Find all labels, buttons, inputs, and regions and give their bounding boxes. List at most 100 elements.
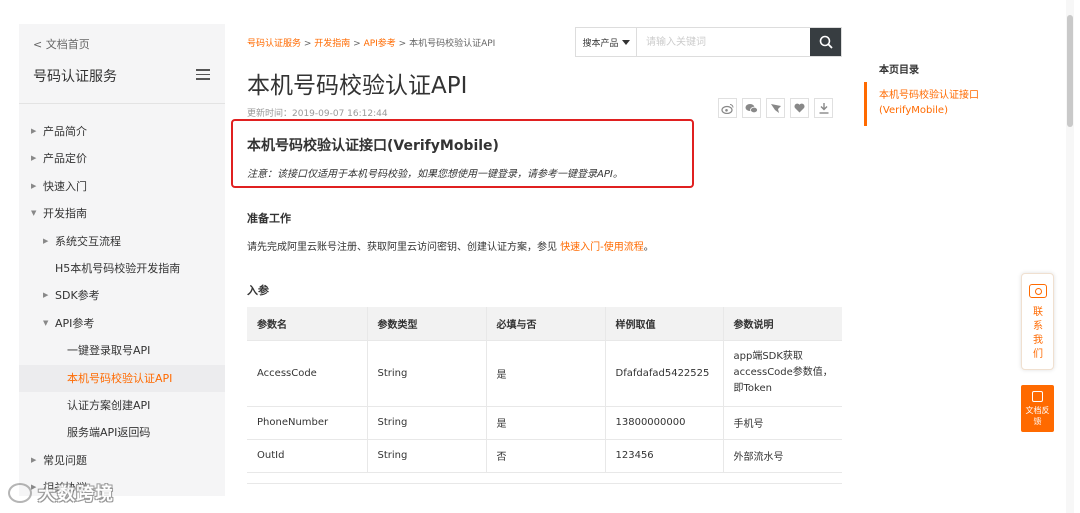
watermark: 大数跨境 <box>8 480 114 506</box>
toc-item[interactable]: 本机号码校验认证接口(VerifyMobile) <box>879 88 1019 118</box>
weibo-share-button[interactable] <box>718 98 737 118</box>
breadcrumb-link-product[interactable]: 号码认证服务 <box>247 39 301 49</box>
sidebar-item[interactable]: 服务端API返回码 <box>19 419 225 446</box>
sidebar-item[interactable]: ▼ 开发指南 <box>19 200 225 227</box>
sidebar-item-label: 开发指南 <box>43 207 87 221</box>
table-cell: String <box>366 406 486 440</box>
table-cell: 否 <box>485 439 605 473</box>
table-cell: Dfafdafad5422525 <box>604 340 723 407</box>
breadcrumb-link-api-ref[interactable]: API参考 <box>364 39 396 49</box>
breadcrumb-separator: > <box>350 39 364 49</box>
favorite-button[interactable] <box>790 98 809 118</box>
table-cell: String <box>366 340 486 407</box>
search-input[interactable] <box>637 28 810 56</box>
sidebar-item[interactable]: ▶ 产品简介 <box>19 118 225 145</box>
table-cell: 手机号 <box>722 406 842 440</box>
dingtalk-share-button[interactable] <box>766 98 785 118</box>
table-row: OutId String 否 123456 外部流水号 <box>247 439 842 473</box>
caret-right-icon: ▶ <box>43 236 49 245</box>
sidebar: < 文档首页 号码认证服务 ▶ 产品简介 ▶ 产品定价 ▶ 快速入门 ▼ 开发指南 ▶ 系统交互流… <box>19 24 225 496</box>
sidebar-item[interactable]: 认证方案创建API <box>19 392 225 419</box>
search-icon <box>819 35 833 49</box>
sidebar-item-label: SDK参考 <box>55 289 100 303</box>
table-header-row: 参数名 参数类型 必填与否 样例取值 参数说明 <box>247 307 842 341</box>
table-header-cell: 参数名 <box>247 307 367 341</box>
caret-down-icon <box>621 39 630 45</box>
scrollbar-thumb[interactable] <box>1067 15 1073 127</box>
sidebar-item-label: API参考 <box>55 316 95 330</box>
wechat-icon <box>745 103 758 113</box>
table-cell: app端SDK获取accessCode参数值，即Token <box>722 340 842 407</box>
params-table: 参数名 参数类型 必填与否 样例取值 参数说明 AccessCode Strin… <box>247 307 842 473</box>
sidebar-item-label: 服务端API返回码 <box>67 426 151 440</box>
table-header-cell: 必填与否 <box>485 307 605 341</box>
sidebar-item[interactable]: ▶ 产品定价 <box>19 145 225 172</box>
search-button[interactable] <box>810 28 841 56</box>
page-title: 本机号码校验认证API <box>247 73 468 99</box>
breadcrumb-separator: > <box>395 39 410 49</box>
breadcrumb-link-dev-guide[interactable]: 开发指南 <box>314 39 350 49</box>
caret-right-icon: ▶ <box>31 154 37 163</box>
dingtalk-icon <box>770 103 781 113</box>
sidebar-divider <box>19 103 225 104</box>
sidebar-item-label: H5本机号码校验开发指南 <box>55 261 181 275</box>
edit-icon <box>1032 391 1043 402</box>
sidebar-item[interactable]: H5本机号码校验开发指南 <box>19 255 225 282</box>
table-header-cell: 参数说明 <box>722 307 842 341</box>
sidebar-item-label: 系统交互流程 <box>55 234 121 248</box>
table-row: AccessCode String 是 Dfafdafad5422525 app… <box>247 340 842 407</box>
sidebar-item[interactable]: ▶ 快速入门 <box>19 173 225 200</box>
download-button[interactable] <box>814 98 833 118</box>
back-to-docs-home-link[interactable]: < 文档首页 <box>33 36 90 52</box>
weibo-icon <box>721 103 734 114</box>
caret-right-icon: ▶ <box>31 127 37 135</box>
table-cell: String <box>366 439 486 473</box>
menu-icon[interactable] <box>196 69 210 80</box>
table-cell: AccessCode <box>247 340 367 407</box>
wechat-share-button[interactable] <box>742 98 761 118</box>
sidebar-item-label: 一键登录取号API <box>67 344 151 358</box>
toc-title: 本页目录 <box>879 65 919 76</box>
watermark-text: 大数跨境 <box>38 484 114 505</box>
sidebar-item-label: 快速入门 <box>43 179 87 193</box>
params-heading: 入参 <box>247 284 269 297</box>
sidebar-item-label: 产品简介 <box>43 125 87 138</box>
caret-right-icon: ▶ <box>31 181 37 190</box>
prep-paragraph: 请先完成阿里云账号注册、获取阿里云访问密钥、创建认证方案，参见 快速入门-使用流… <box>247 238 654 253</box>
search-scope-select[interactable]: 搜本产品 <box>576 28 637 56</box>
caret-right-icon: ▶ <box>43 291 49 300</box>
table-row: PhoneNumber String 是 13800000000 手机号 <box>247 406 842 440</box>
download-icon <box>819 102 828 114</box>
search-bar: 搜本产品 <box>575 27 842 57</box>
doc-feedback-label: 文档反馈 <box>1025 406 1050 426</box>
sidebar-item[interactable]: ▶ SDK参考 <box>19 282 225 309</box>
sidebar-title: 号码认证服务 <box>33 69 117 85</box>
sidebar-item[interactable]: 本机号码校验认证API <box>19 364 225 392</box>
table-cell: 外部流水号 <box>722 439 842 473</box>
usage-note: 注意：该接口仅适用于本机号码校验，如果您想使用一键登录，请参考一键登录API。 <box>247 169 623 180</box>
caret-right-icon: ▶ <box>31 455 37 464</box>
table-header-cell: 参数类型 <box>366 307 486 341</box>
table-cell: 是 <box>485 406 605 440</box>
sidebar-item[interactable]: ▶ 系统交互流程 <box>19 228 225 255</box>
doc-page: < 文档首页 号码认证服务 ▶ 产品简介 ▶ 产品定价 ▶ 快速入门 ▼ 开发指南 ▶ 系统交互流… <box>0 0 1080 513</box>
contact-us-button[interactable]: 联系我们 <box>1021 273 1054 370</box>
prep-text-end: 。 <box>643 242 654 253</box>
sidebar-item[interactable]: 一键登录取号API <box>19 337 225 364</box>
doc-feedback-button[interactable]: 文档反馈 <box>1021 385 1054 432</box>
sidebar-item[interactable]: ▼ API参考 <box>19 310 225 337</box>
prep-heading: 准备工作 <box>247 212 291 225</box>
quickstart-link[interactable]: 快速入门-使用流程 <box>560 242 644 253</box>
sidebar-item-label: 本机号码校验认证API <box>67 371 173 385</box>
table-cell: PhoneNumber <box>247 406 367 440</box>
sidebar-item[interactable]: ▶ 常见问题 <box>19 447 225 474</box>
contact-us-label: 联系我们 <box>1033 307 1043 360</box>
updated-time: 更新时间：2019-09-07 16:12:44 <box>247 109 388 119</box>
table-cell: 13800000000 <box>604 406 723 440</box>
table-cell: 是 <box>485 340 605 407</box>
content-divider <box>247 483 842 484</box>
caret-down-icon: ▼ <box>43 318 49 327</box>
sidebar-item-label: 常见问题 <box>43 453 87 467</box>
breadcrumb: 号码认证服务 > 开发指南 > API参考 > 本机号码校验认证API <box>247 36 495 49</box>
heart-icon <box>794 103 805 113</box>
